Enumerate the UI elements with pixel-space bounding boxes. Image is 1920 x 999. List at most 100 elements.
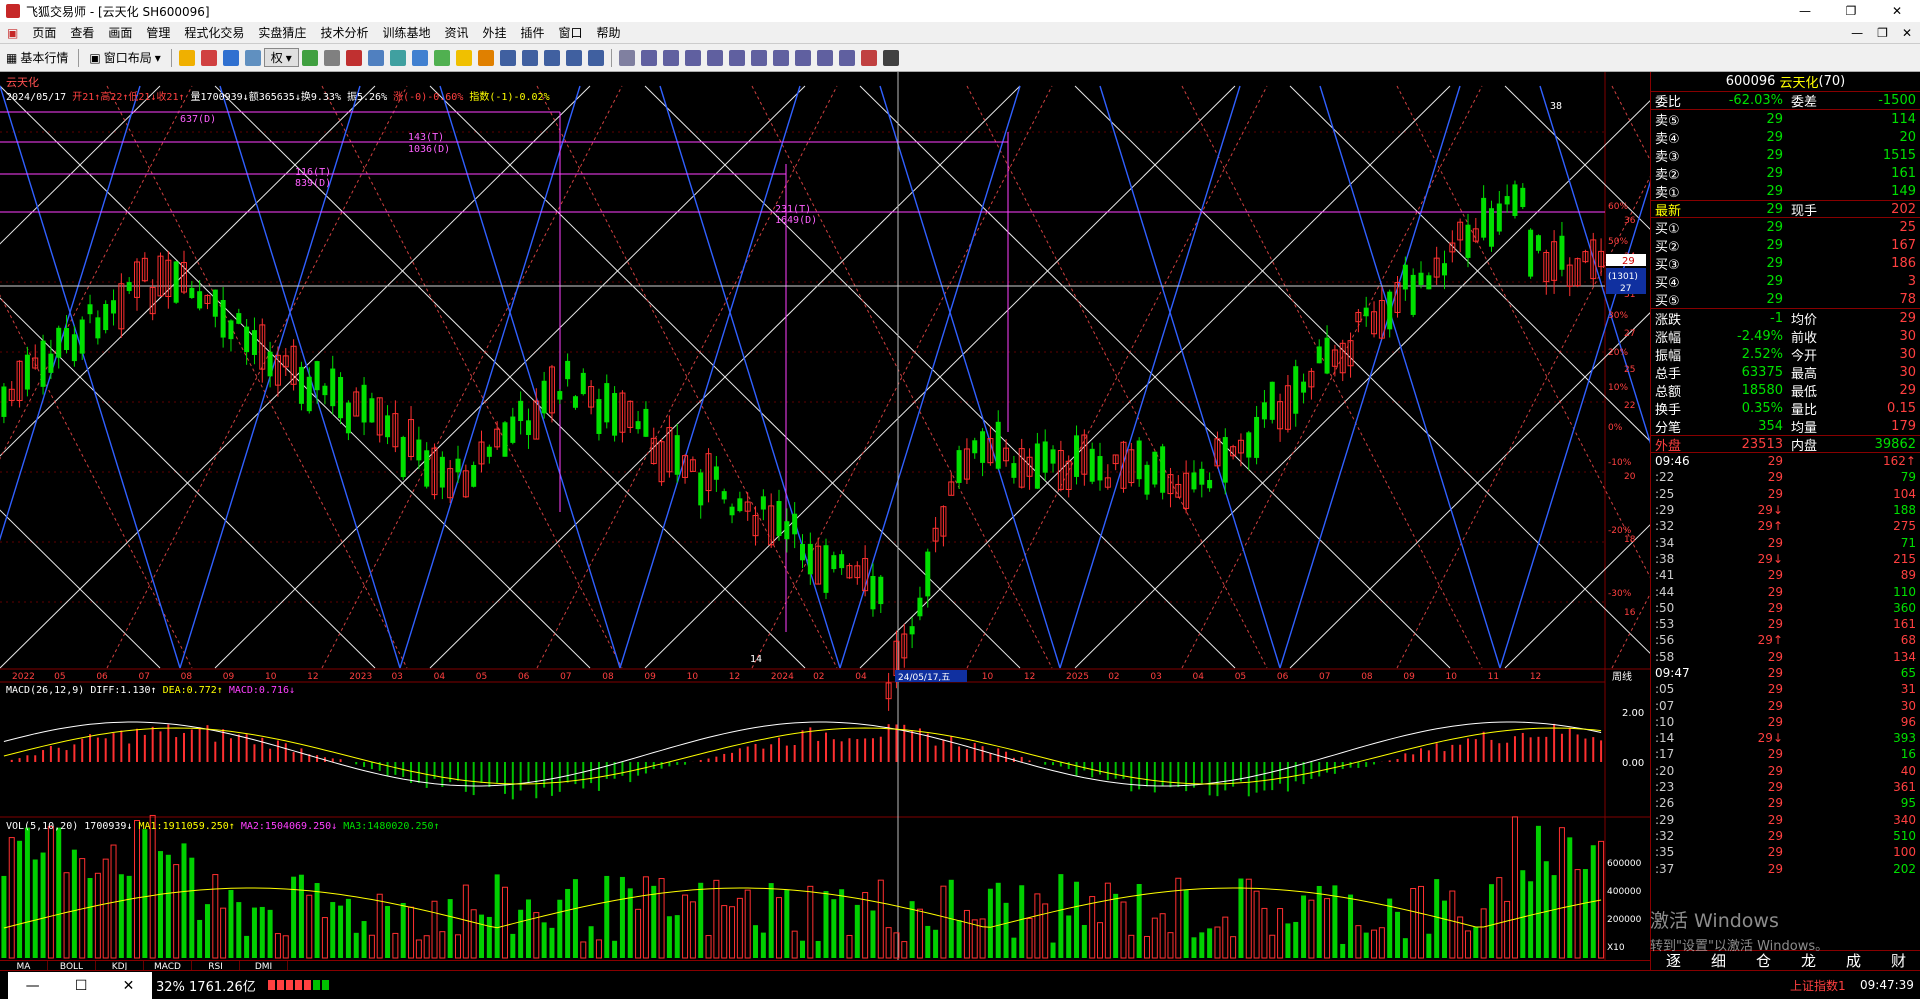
folder-icon[interactable] [178, 49, 195, 66]
time-axis-label: 02 [813, 672, 824, 682]
list-icon[interactable] [345, 49, 362, 66]
time-axis-label: 09 [1403, 672, 1415, 682]
circle-tool-icon[interactable] [794, 49, 811, 66]
link-icon[interactable] [389, 49, 406, 66]
warning-icon[interactable] [455, 49, 472, 66]
layout-c-icon[interactable] [587, 49, 604, 66]
index-label[interactable]: 上证指数1 [1790, 977, 1846, 994]
volume-bar [1348, 894, 1354, 958]
close-button[interactable]: ✕ [1874, 0, 1920, 22]
kline-chart[interactable]: 38 637(D) 143(T) 1036(D) 116(T) 839(D) 231(T) 1… [0, 72, 1650, 974]
close-icon[interactable]: ✕ [123, 978, 135, 994]
time-axis-label: 07 [138, 672, 149, 682]
tick-list[interactable]: 09:46 29 162↑:22 29 79:25 29 104:29 29↓ 188:32 29… [1651, 453, 1920, 877]
candle-body [345, 402, 351, 434]
window-icon[interactable] [367, 49, 384, 66]
volume-bar [1387, 898, 1393, 958]
copy-tool-icon[interactable] [838, 49, 855, 66]
hline-tool-icon[interactable] [662, 49, 679, 66]
volume-bar [385, 906, 391, 958]
volume-bar [518, 909, 524, 958]
volume-bar [71, 849, 77, 958]
menu-plugin-ext[interactable]: 外挂 [475, 22, 513, 44]
price-axis-label: 18 [1624, 535, 1636, 545]
volume-bar [1301, 895, 1307, 958]
restore-icon[interactable]: ☐ [75, 978, 88, 994]
menu-view[interactable]: 查看 [63, 22, 101, 44]
menu-training[interactable]: 训练基地 [375, 22, 437, 44]
menu-page[interactable]: 页面 [25, 22, 63, 44]
tab-cheng[interactable]: 成 [1831, 951, 1876, 970]
stock-icon[interactable] [200, 49, 217, 66]
basic-quote-button[interactable]: ▦ 基本行情 [0, 49, 74, 66]
volume-bar [1535, 825, 1541, 958]
line-tool-icon[interactable] [640, 49, 657, 66]
volume-bar [1363, 932, 1369, 958]
layout-b-icon[interactable] [565, 49, 582, 66]
menu-window[interactable]: 窗口 [552, 22, 590, 44]
mdi-minimize-button[interactable]: — [1851, 26, 1863, 40]
chart-icon[interactable] [244, 49, 261, 66]
text-tool-icon[interactable] [816, 49, 833, 66]
maximize-button[interactable]: ❐ [1828, 0, 1874, 22]
sell-row: 卖④ 29 20 [1655, 129, 1916, 147]
chart-canvas[interactable]: 38637(D)143(T)1036(D)116(T)839(D)231(T)1… [0, 72, 1650, 970]
menu-guess[interactable]: 实盘猜庄 [251, 22, 313, 44]
cursor-icon[interactable] [618, 49, 635, 66]
fan-tool-icon[interactable] [706, 49, 723, 66]
book-icon[interactable] [411, 49, 428, 66]
candle-body [698, 472, 704, 506]
volume-bar [995, 882, 1001, 958]
table-icon[interactable] [499, 49, 516, 66]
volume-bar [940, 885, 947, 959]
money-icon[interactable] [433, 49, 450, 66]
volume-bar [1191, 937, 1197, 958]
indicator-icon[interactable] [301, 49, 318, 66]
sell-row: 卖③ 29 1515 [1655, 147, 1916, 165]
app-menu-icon[interactable]: ▣ [0, 22, 25, 44]
menu-manage[interactable]: 管理 [139, 22, 177, 44]
rights-button[interactable]: 权 ▾ [263, 48, 299, 67]
volume-bar [8, 837, 15, 959]
price-axis-label: 22 [1624, 401, 1635, 411]
panel-icon[interactable] [521, 49, 538, 66]
menu-help[interactable]: 帮助 [590, 22, 628, 44]
window-layout-button[interactable]: ▣ 窗口布局 ▾ [83, 49, 166, 66]
menu-tech-analysis[interactable]: 技术分析 [313, 22, 375, 44]
candle-body [1528, 229, 1534, 277]
save-icon[interactable] [882, 49, 899, 66]
volume-axis-label: 200000 [1607, 915, 1642, 925]
volume-bar [134, 820, 141, 959]
channel-tool-icon[interactable] [728, 49, 745, 66]
menu-program-trading[interactable]: 程式化交易 [177, 22, 251, 44]
volume-bar [479, 914, 484, 958]
candle-body [1136, 440, 1142, 480]
pct-axis-label: 20% [1608, 348, 1628, 358]
volume-bar [1410, 888, 1417, 959]
volume-bar [666, 916, 672, 958]
mdi-close-button[interactable]: ✕ [1902, 26, 1912, 40]
menu-plugins[interactable]: 插件 [514, 22, 552, 44]
compare-icon[interactable] [323, 49, 340, 66]
minimize-icon[interactable]: — [26, 978, 40, 994]
volume-bar [1230, 936, 1237, 959]
mdi-restore-button[interactable]: ❐ [1877, 26, 1888, 40]
volume-bar [1128, 934, 1135, 959]
tab-cai[interactable]: 财 [1876, 951, 1920, 970]
color-tool-icon[interactable] [860, 49, 877, 66]
volume-bar [791, 930, 798, 959]
layout-a-icon[interactable] [543, 49, 560, 66]
volume-axis-label: 400000 [1607, 887, 1642, 897]
breadth-bar [267, 980, 329, 990]
candle-body [71, 334, 77, 362]
gear-icon[interactable] [477, 49, 494, 66]
parallel-tool-icon[interactable] [750, 49, 767, 66]
vline-tool-icon[interactable] [684, 49, 701, 66]
minimize-button[interactable]: — [1782, 0, 1828, 22]
rect-tool-icon[interactable] [772, 49, 789, 66]
candle-body [972, 440, 978, 454]
menu-screen[interactable]: 画面 [101, 22, 139, 44]
crosshair-icon[interactable] [222, 49, 239, 66]
menu-info[interactable]: 资讯 [437, 22, 475, 44]
candle-body [40, 340, 46, 387]
